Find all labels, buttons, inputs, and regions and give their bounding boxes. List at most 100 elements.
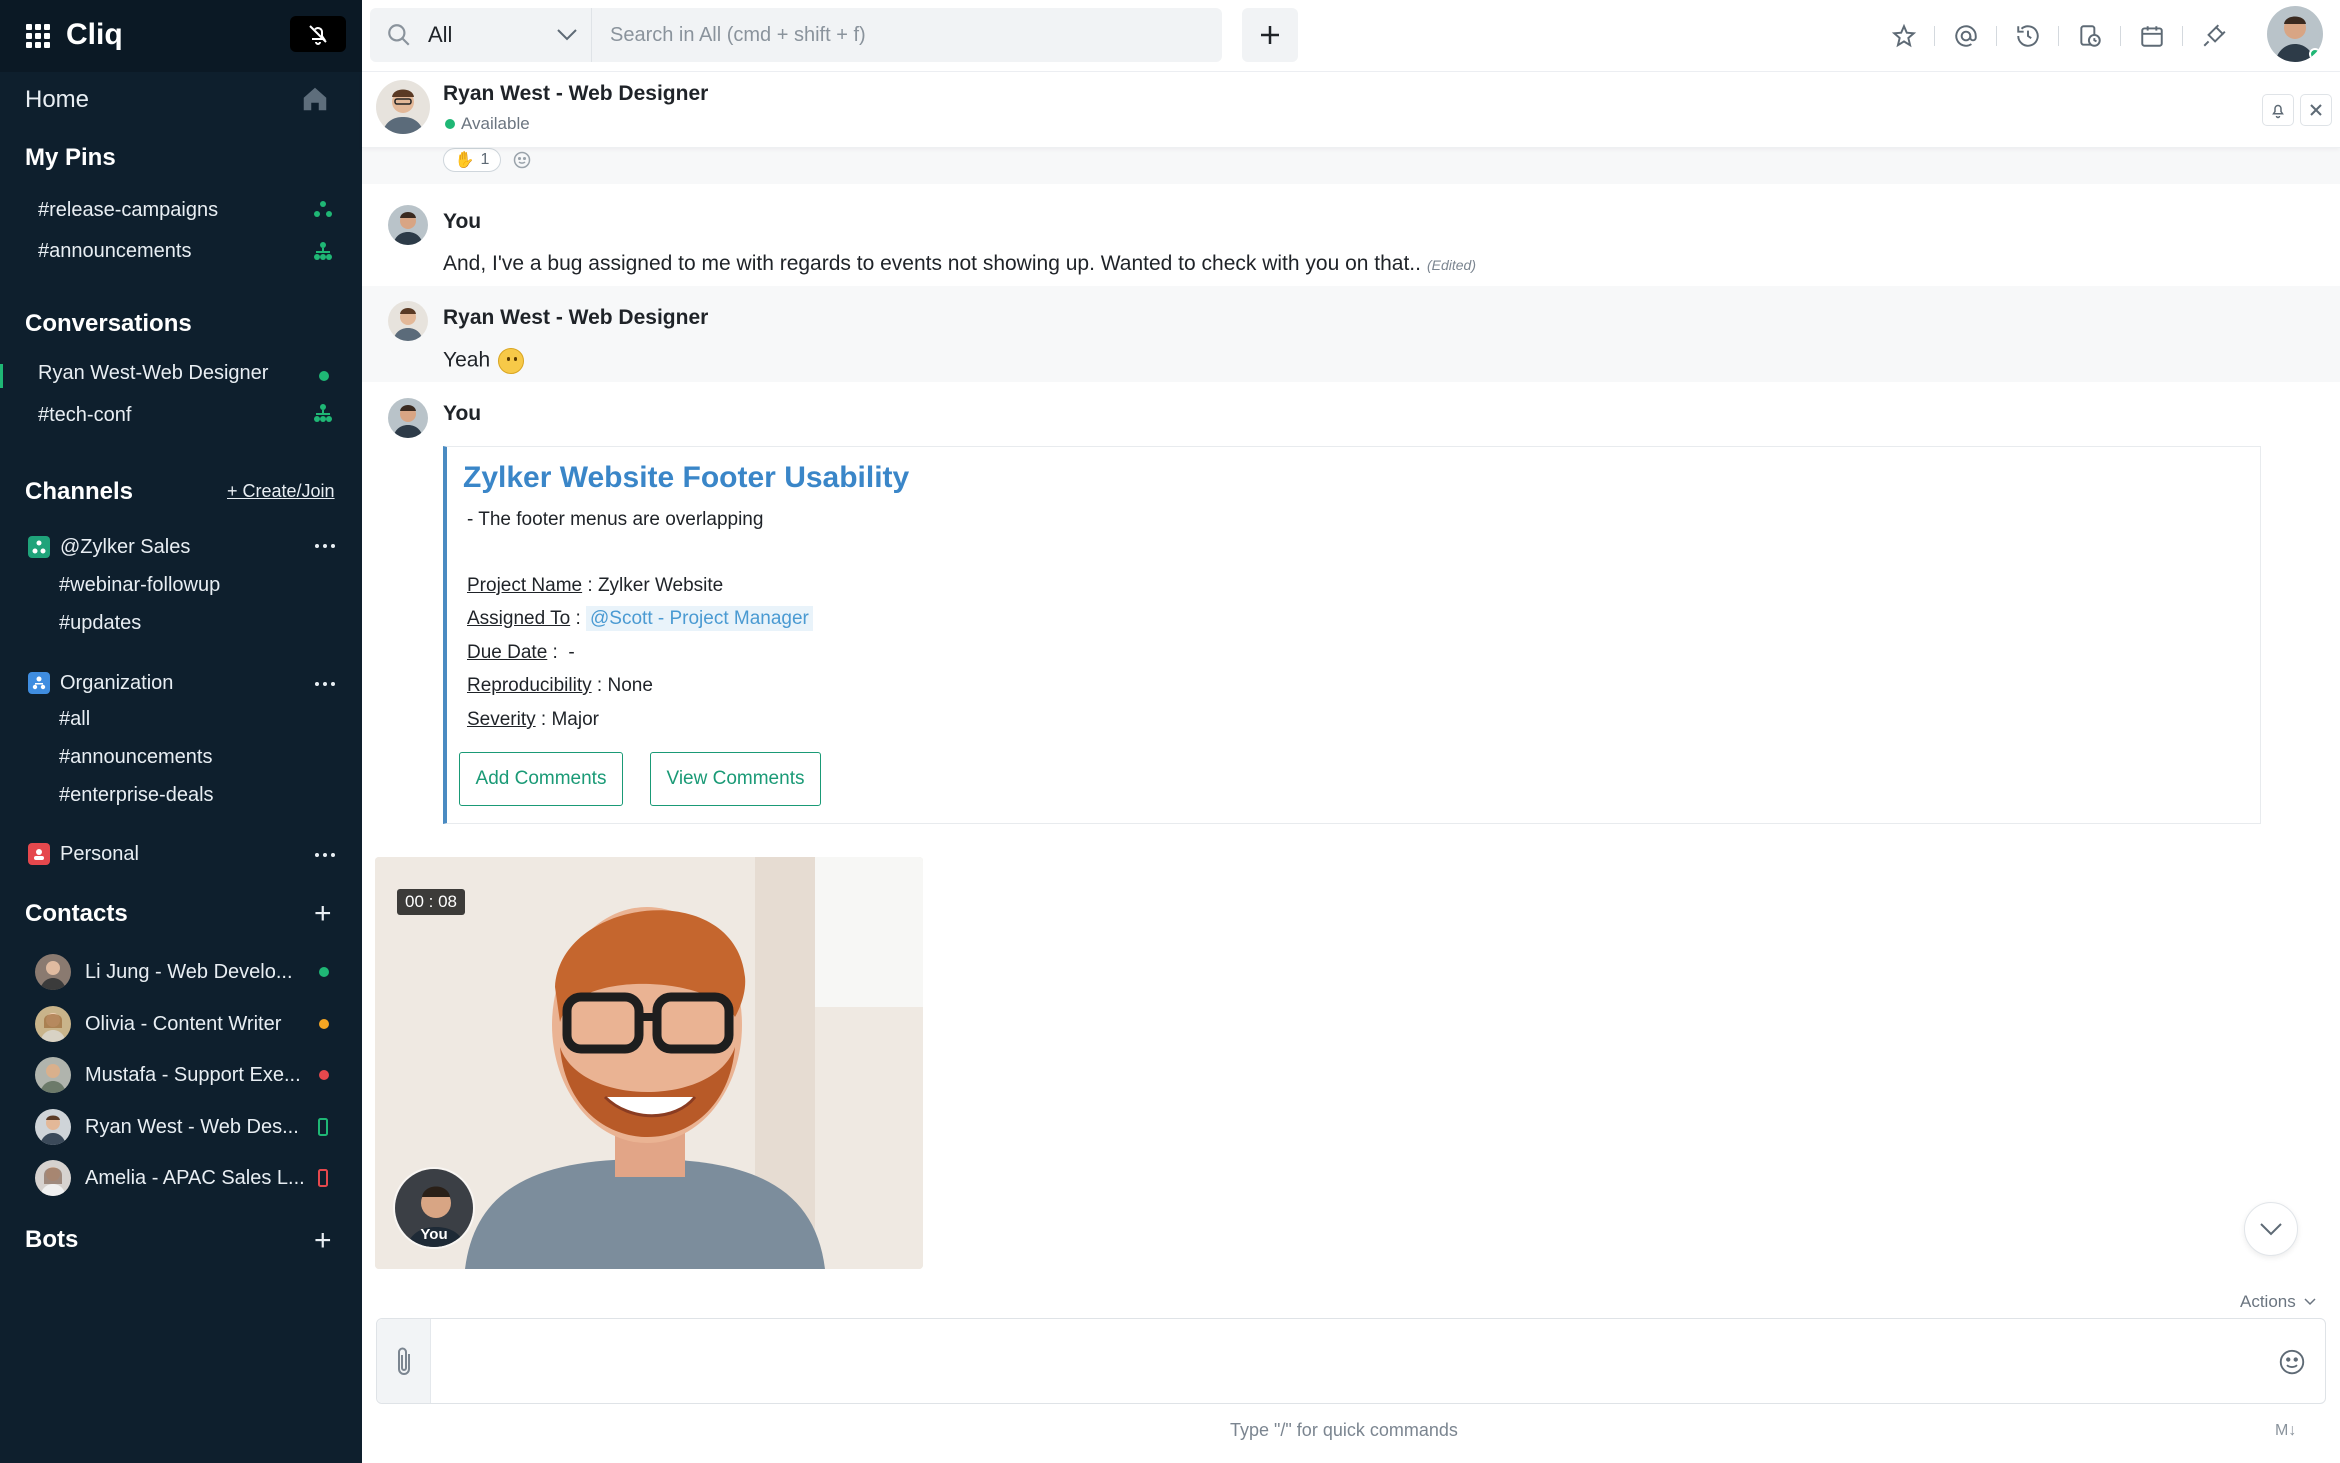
new-button[interactable] [1242,8,1298,62]
self-view-avatar[interactable]: You [393,1167,475,1249]
active-indicator [0,364,3,388]
close-chat-button[interactable] [2300,94,2332,126]
search-icon [388,24,410,46]
channel-announcements[interactable]: #announcements [59,746,212,769]
contact-amelia[interactable]: Amelia - APAC Sales L... [35,1160,305,1196]
star-icon[interactable] [1890,22,1918,50]
online-status-dot [319,371,329,381]
card-field-reproducibility: Reproducibility : None [467,675,653,696]
busy-status-dot [319,1070,329,1080]
home-icon[interactable] [300,84,330,114]
contacts-heading: Contacts [25,900,128,927]
add-reaction-icon[interactable] [512,150,532,170]
create-join-link[interactable]: + Create/Join [227,481,335,502]
message-sender: You [443,210,482,233]
app-grid-icon[interactable] [26,24,50,48]
reaction-chip[interactable]: ✋ 1 [443,148,501,172]
reaction-count: 1 [480,151,490,168]
top-bar: All [362,0,2340,72]
contact-ryan-west[interactable]: Ryan West - Web Des... [35,1109,299,1145]
avatar[interactable] [388,398,428,438]
scroll-to-bottom-button[interactable] [2244,1202,2298,1256]
online-status-dot [319,967,329,977]
contact-avatar[interactable] [376,80,430,134]
channel-webinar-followup[interactable]: #webinar-followup [59,574,220,597]
message-row-bg [362,148,2340,184]
avatar [35,1160,71,1196]
avatar[interactable] [388,301,428,341]
group-organization[interactable]: Organization [28,670,173,696]
add-bot-button[interactable]: + [314,1226,332,1256]
smiley-icon [2279,1349,2305,1375]
away-status-dot [319,1019,329,1029]
app-name: Cliq [66,18,123,51]
channel-all[interactable]: #all [59,708,90,731]
chat-title[interactable]: Ryan West - Web Designer [443,82,708,106]
channel-share-icon [314,201,332,217]
group-label: Organization [60,671,174,694]
video-call-preview[interactable]: 00 : 08 You [375,857,923,1269]
divider [2058,26,2059,46]
divider [1996,26,1997,46]
emoji-button[interactable] [2277,1347,2307,1382]
mobile-status-icon [318,1118,328,1136]
message-text: Yeah [443,348,525,374]
field-value: None [607,675,653,696]
integrations-icon[interactable] [2200,22,2228,50]
group-zylker-sales[interactable]: @Zylker Sales [28,534,190,560]
user-avatar[interactable] [2267,6,2323,62]
notification-button[interactable] [2262,94,2294,126]
search-bar: All [370,8,1222,62]
more-options-icon[interactable] [315,853,335,859]
mentions-icon[interactable] [1952,22,1980,50]
more-options-icon[interactable] [315,544,335,550]
contact-li-jung[interactable]: Li Jung - Web Develo... [35,954,293,990]
avatar[interactable] [388,205,428,245]
mute-notifications-button[interactable] [290,16,346,52]
more-options-icon[interactable] [315,682,335,688]
card-field-severity: Severity : Major [467,709,599,730]
field-value: Zylker Website [597,575,724,596]
bell-icon [2272,104,2284,119]
actions-label: Actions [2240,1292,2296,1311]
divider [1934,26,1935,46]
search-input[interactable] [610,16,1210,54]
message-input[interactable] [441,1339,2241,1383]
contact-olivia[interactable]: Olivia - Content Writer [35,1006,281,1042]
group-personal[interactable]: Personal [28,841,139,867]
contact-name: Ryan West - Web Des... [85,1115,299,1138]
conversation-ryan-west[interactable]: Ryan West-Web Designer [38,362,268,385]
field-key: Severity [467,709,536,730]
channel-enterprise-deals[interactable]: #enterprise-deals [59,784,214,807]
quick-commands-hint: Type "/" for quick commands [1230,1420,1458,1440]
add-comments-button[interactable]: Add Comments [459,752,623,806]
search-scope-dropdown[interactable]: All [370,8,592,62]
conversation-tech-conf[interactable]: #tech-conf [38,404,131,427]
history-icon[interactable] [2014,22,2042,50]
sidebar-home[interactable]: Home [25,86,89,114]
sidebar: Cliq Home My Pins #release-campaigns #an… [0,0,362,1463]
channel-updates[interactable]: #updates [59,612,141,635]
reminders-icon[interactable] [2076,22,2104,50]
calendar-icon[interactable] [2138,22,2166,50]
card-description: - The footer menus are overlapping [467,509,764,530]
field-value: - [568,642,575,663]
pins-heading: My Pins [25,144,116,171]
contact-mustafa[interactable]: Mustafa - Support Exe... [35,1057,301,1093]
markdown-toggle[interactable]: M↓ [2275,1422,2296,1440]
avatar [35,1057,71,1093]
add-contact-button[interactable]: + [314,899,332,929]
pin-announcements[interactable]: #announcements [38,240,191,263]
smiley-emoji-icon [498,348,525,374]
actions-menu[interactable]: Actions [2240,1292,2316,1312]
bell-off-icon [309,25,327,45]
org-channel-icon [314,404,332,422]
message-composer [376,1318,2326,1404]
pin-release-campaigns[interactable]: #release-campaigns [38,199,218,222]
attach-button[interactable] [377,1319,431,1403]
view-comments-button[interactable]: View Comments [650,752,821,806]
card-field-project: Project Name : Zylker Website [467,575,724,596]
personal-icon [28,843,50,865]
card-title[interactable]: Zylker Website Footer Usability [463,461,909,495]
user-mention[interactable]: @Scott - Project Manager [586,606,813,631]
